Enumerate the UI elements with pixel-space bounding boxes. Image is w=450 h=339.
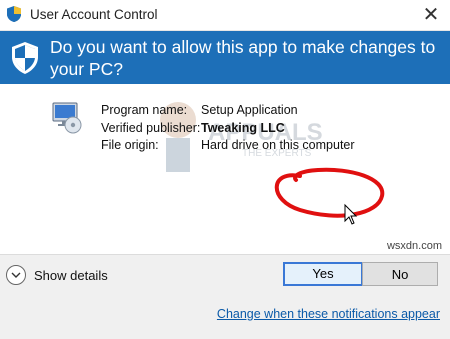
file-origin-row: File origin: Hard drive on this computer [101, 137, 355, 155]
uac-question: Do you want to allow this app to make ch… [50, 37, 436, 79]
close-button[interactable]: ✕ [418, 2, 444, 28]
program-details: APPUALS THE EXPERTS Program name: Setup … [0, 84, 450, 339]
show-details-toggle[interactable]: Show details [6, 265, 108, 285]
watermark-site: wsxdn.com [386, 240, 442, 252]
program-name-row: Program name: Setup Application [101, 102, 355, 120]
window-title: User Account Control [30, 7, 158, 22]
no-button[interactable]: No [362, 262, 438, 286]
setup-program-icon [50, 100, 84, 139]
title-bar: User Account Control ✕ [0, 0, 450, 31]
program-name-value: Setup Application [201, 103, 298, 117]
chevron-down-icon[interactable] [6, 265, 26, 285]
question-banner: Do you want to allow this app to make ch… [0, 31, 450, 84]
shield-icon [10, 41, 40, 80]
yes-button[interactable]: Yes [283, 262, 363, 286]
publisher-row: Verified publisher: Tweaking LLC [101, 120, 355, 138]
publisher-value: Tweaking LLC [201, 120, 285, 135]
change-notifications-link[interactable]: Change when these notifications appear [217, 307, 440, 321]
file-origin-value: Hard drive on this computer [201, 138, 355, 152]
show-details-label[interactable]: Show details [34, 268, 108, 283]
program-name-label: Program name: [101, 103, 188, 117]
uac-shield-icon [6, 5, 22, 28]
publisher-label: Verified publisher: [101, 120, 201, 135]
file-origin-label: File origin: [101, 138, 159, 152]
dialog-footer: Show details Yes No Change when these no… [0, 254, 450, 339]
program-info: Program name: Setup Application Verified… [101, 102, 355, 155]
